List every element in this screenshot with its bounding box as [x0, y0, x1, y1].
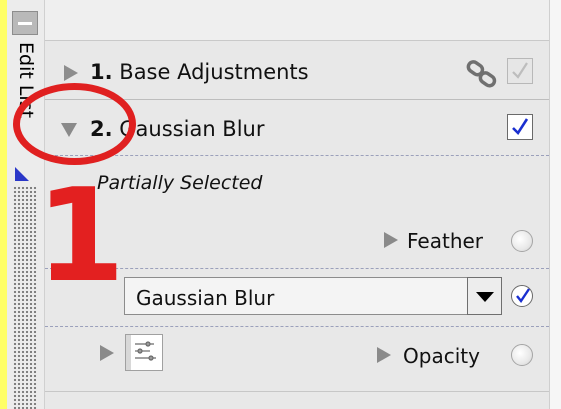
divider: [45, 326, 549, 327]
tab-corner-marker: [15, 167, 29, 181]
feather-label: Feather: [407, 229, 484, 253]
opacity-label: Opacity: [403, 344, 480, 368]
checkmark-icon: [512, 62, 528, 79]
expand-arrow-icon[interactable]: [377, 347, 391, 363]
mask-source-radio[interactable]: [511, 285, 533, 307]
step-title: 1. Base Adjustments: [90, 60, 309, 84]
resize-grip[interactable]: [13, 186, 37, 409]
step-enable-checkbox[interactable]: [507, 114, 533, 140]
annotation-circle: [13, 83, 136, 165]
checkmark-icon: [512, 118, 529, 136]
mask-thumbnail-icon[interactable]: [125, 334, 163, 371]
step-number: 1.: [90, 60, 113, 84]
divider: [45, 391, 549, 392]
step-name: Base Adjustments: [119, 60, 309, 84]
panel-scrollbar[interactable]: [549, 0, 561, 409]
minus-icon[interactable]: [12, 11, 38, 35]
checkmark-icon: [516, 288, 530, 304]
feather-radio[interactable]: [511, 230, 533, 252]
chain-link-icon[interactable]: [465, 60, 501, 90]
chevron-down-icon[interactable]: [467, 277, 502, 315]
mask-source-value: Gaussian Blur: [136, 286, 275, 310]
expand-arrow-icon[interactable]: [64, 65, 78, 81]
annotation-number: 1: [36, 162, 126, 311]
selection-highlight-strip: [0, 0, 7, 409]
expand-arrow-icon[interactable]: [384, 232, 398, 248]
mask-source-select[interactable]: Gaussian Blur: [124, 277, 502, 315]
step-enable-checkbox[interactable]: [507, 58, 533, 84]
panel-header-strip: [45, 0, 561, 41]
step-name: Gaussian Blur: [119, 117, 265, 141]
step-row-base-adjustments[interactable]: 1. Base Adjustments: [45, 46, 549, 100]
expand-arrow-icon[interactable]: [100, 345, 114, 361]
opacity-radio[interactable]: [511, 344, 533, 366]
